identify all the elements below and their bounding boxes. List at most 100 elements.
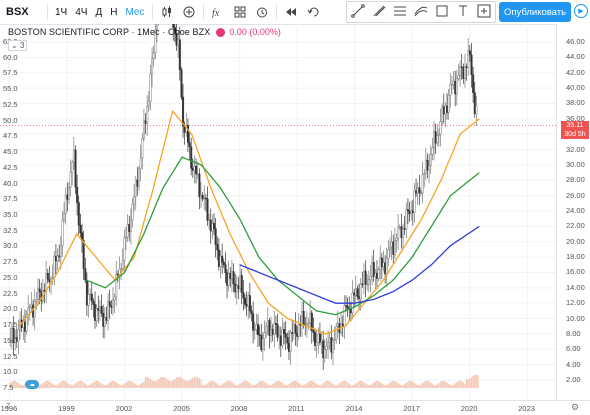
alert-icon[interactable] (251, 0, 273, 24)
volume-bar (250, 384, 253, 388)
volume-bar (426, 380, 429, 388)
interval-4h[interactable]: 4Ч (71, 0, 91, 24)
volume-bar (239, 383, 241, 388)
volume-bar (371, 383, 373, 388)
left-axis-label: 27.5 (3, 257, 18, 267)
candle (369, 276, 372, 280)
volume-bar (76, 382, 78, 388)
left-axis-label: 60.0 (3, 52, 18, 62)
volume-bar (324, 381, 326, 388)
text-icon[interactable] (456, 4, 470, 21)
volume-bar (286, 384, 289, 388)
volume-bar (304, 384, 306, 388)
candle (372, 262, 375, 277)
volume-bar (182, 378, 184, 388)
status-dot (216, 27, 226, 37)
change-value: 0.00 (0.00%) (229, 27, 281, 37)
candle (253, 329, 256, 331)
cloud-icon[interactable]: ☁ (25, 380, 39, 389)
candle (257, 324, 260, 335)
symbol-search[interactable]: BSX (0, 6, 44, 18)
volume-bar (356, 382, 359, 388)
volume-bar (289, 382, 292, 388)
templates-icon[interactable] (229, 0, 251, 24)
volume-bar (346, 382, 349, 388)
volume-bar (203, 385, 205, 388)
price-chart[interactable] (0, 24, 556, 400)
volume-bar (71, 385, 73, 388)
interval-1h[interactable]: 1Ч (51, 0, 71, 24)
candle (63, 213, 66, 221)
play-icon[interactable]: ▶ (574, 4, 588, 18)
candle (229, 272, 232, 280)
candle (470, 54, 473, 75)
candle (366, 283, 369, 286)
replay-icon[interactable] (280, 0, 302, 24)
candle (201, 194, 204, 200)
timezone-icon[interactable]: Z (6, 403, 10, 410)
volume-bar (74, 383, 77, 388)
candle (191, 168, 194, 171)
volume-bar (456, 381, 458, 388)
volume-bar (338, 383, 341, 388)
candle (439, 121, 442, 135)
time-axis-label: 2017 (403, 404, 420, 413)
volume-bar (395, 381, 398, 388)
volume-bar (306, 383, 308, 388)
fib-icon[interactable] (393, 4, 407, 21)
volume-bar (148, 377, 150, 388)
volume-bar (389, 382, 391, 388)
candle (142, 120, 145, 139)
volume-bar (397, 383, 399, 388)
candle (395, 238, 398, 241)
trend-line-icon[interactable] (350, 3, 365, 21)
volume-bar (252, 385, 254, 388)
crosshair-icon[interactable] (477, 4, 491, 21)
volume-bar (156, 380, 158, 388)
volume-bar (174, 379, 176, 388)
candle (258, 334, 261, 336)
volume-bar (120, 385, 122, 388)
volume-bar (441, 380, 443, 388)
undo-icon[interactable] (302, 0, 324, 24)
candle (98, 306, 101, 311)
candle (436, 135, 439, 144)
ray-icon[interactable] (372, 4, 386, 21)
candles-icon[interactable] (156, 0, 178, 24)
compare-icon[interactable] (178, 0, 200, 24)
volume-bar (273, 382, 275, 388)
volume-bar (91, 383, 93, 388)
volume-bar (136, 385, 139, 388)
indicators-icon[interactable]: fx (207, 0, 229, 24)
pitchfork-icon[interactable] (414, 4, 428, 21)
volume-bar (309, 380, 311, 388)
candle (371, 262, 374, 277)
interval-month[interactable]: Мес (121, 0, 148, 24)
candle (105, 316, 108, 321)
volume-bar (288, 384, 290, 388)
drawing-toolbar (346, 1, 496, 23)
volume-bar (177, 376, 179, 388)
publish-button[interactable]: Опубликовать (499, 2, 571, 22)
candle (405, 209, 408, 230)
volume-bar (117, 383, 119, 388)
left-axis-label: 57.5 (3, 68, 18, 78)
candle (255, 324, 258, 330)
volume-bar (234, 384, 236, 388)
volume-bar (195, 376, 197, 388)
volume-bar (219, 385, 222, 388)
volume-bar (459, 380, 461, 388)
candle (335, 326, 338, 341)
volume-bar (231, 382, 233, 388)
candle (222, 261, 225, 266)
price-axis-label: 8.00 (566, 328, 581, 338)
volume-bar (434, 385, 437, 388)
interval-day[interactable]: Д (91, 0, 106, 24)
gear-icon[interactable]: ⚙ (571, 402, 579, 413)
candle (385, 258, 388, 275)
candle (297, 324, 300, 337)
candle (248, 295, 251, 312)
collapse-indicators-button[interactable]: ⌄ 3 (8, 40, 28, 51)
interval-week[interactable]: Н (106, 0, 121, 24)
rectangle-icon[interactable] (435, 4, 449, 21)
